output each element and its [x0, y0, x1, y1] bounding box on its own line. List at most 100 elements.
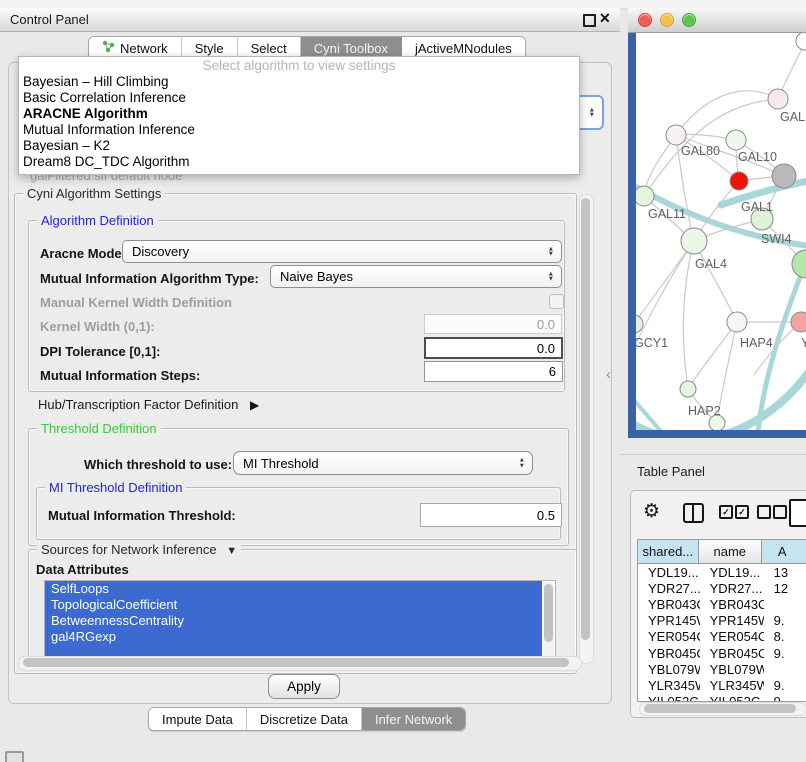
table-row[interactable]: YDL19...YDL19...13 — [638, 564, 806, 580]
algorithm-option-bayesian-hill-climbing[interactable]: Bayesian – Hill Climbing — [19, 74, 579, 90]
sources-title: Sources for Network Inference — [41, 542, 217, 557]
hub-definition-toggle[interactable]: Hub/Transcription Factor Definition ▶ — [38, 397, 259, 412]
network-node[interactable] — [772, 164, 796, 188]
algorithm-definition-title: Algorithm Definition — [37, 213, 158, 228]
node-table[interactable]: shared...nameA YDL19...YDL19...13YDR27..… — [637, 539, 806, 702]
node-label-gal11: GAL11 — [648, 207, 686, 221]
table-row[interactable]: YLR345WYLR345W9. — [638, 677, 806, 693]
checked-checkbox-icon[interactable]: ✓ — [719, 505, 733, 519]
document-icon[interactable] — [789, 499, 806, 527]
attributes-scroll-thumb[interactable] — [544, 584, 553, 642]
algorithm-dropdown-popup: Select algorithm to view settings Bayesi… — [18, 56, 580, 175]
table-row[interactable]: YIL052CYIL052C9 — [638, 694, 806, 703]
settings-horizontal-scrollbar[interactable] — [18, 656, 582, 671]
table-row[interactable]: YBL079WYBL079W — [638, 661, 806, 677]
table-row[interactable]: YER054CYER054C8. — [638, 629, 806, 645]
algorithm-option-mutual-information-inference[interactable]: Mutual Information Inference — [19, 122, 579, 138]
table-row[interactable]: YBR043CYBR043C — [638, 596, 806, 612]
table-cell: YBR045C — [700, 646, 764, 661]
panel-divider-grip[interactable]: ‹ — [606, 366, 611, 383]
tab-infer-network[interactable]: Infer Network — [362, 708, 465, 730]
settings-hscroll-thumb[interactable] — [23, 658, 569, 667]
attribute-gal4rgexp[interactable]: gal4RGexp — [45, 629, 542, 645]
column-header-name[interactable]: name — [699, 540, 762, 564]
network-window-titlebar[interactable] — [628, 8, 806, 33]
which-threshold-combo[interactable]: MI Threshold ▲▼ — [233, 451, 533, 475]
checked-checkbox-icon[interactable]: ✓ — [735, 505, 749, 519]
tab-infer-network-label: Infer Network — [375, 712, 452, 727]
network-node[interactable] — [730, 172, 748, 190]
network-canvas[interactable]: GALGAL80GAL10GAL1GAL11SWI4GAL4GCY1HAP4YH… — [636, 33, 806, 430]
network-node[interactable] — [636, 186, 654, 206]
table-cell: 13 — [764, 565, 806, 580]
manual-kernel-label: Manual Kernel Width Definition — [40, 295, 232, 310]
table-cell: 9. — [764, 678, 806, 693]
column-header-shared[interactable]: shared... — [638, 540, 699, 564]
table-cell: YBR043C — [700, 597, 764, 612]
table-row[interactable]: YBR045CYBR045C9. — [638, 645, 806, 661]
mi-steps-field[interactable]: 6 — [424, 361, 563, 382]
close-window-icon[interactable] — [638, 13, 652, 27]
algorithm-option-bayesian-k2[interactable]: Bayesian – K2 — [19, 138, 579, 154]
table-header-row: shared...nameA — [638, 540, 806, 564]
table-cell: YLR345W — [700, 678, 764, 693]
mi-steps-label: Mutual Information Steps: — [40, 368, 200, 383]
settings-scroll-thumb[interactable] — [581, 198, 590, 640]
apply-button[interactable]: Apply — [268, 674, 340, 699]
expanded-arrow-icon: ▼ — [226, 545, 237, 557]
table-cell: YIL052C — [700, 694, 764, 702]
network-icon — [102, 40, 115, 56]
minimized-panel-chip[interactable] — [5, 751, 24, 762]
unchecked-checkbox-icon[interactable] — [757, 505, 771, 519]
data-attributes-list[interactable]: SelfLoopsTopologicalCoefficientBetweenne… — [44, 580, 556, 658]
tab-discretize-data[interactable]: Discretize Data — [247, 708, 362, 730]
table-cell: YIL052C — [638, 694, 700, 702]
mi-threshold-field[interactable]: 0.5 — [420, 503, 562, 527]
table-row[interactable]: YDR27...YDR27...12 — [638, 580, 806, 596]
tab-impute-data[interactable]: Impute Data — [149, 708, 247, 730]
settings-vertical-scrollbar[interactable] — [579, 194, 594, 664]
column-header-a[interactable]: A — [762, 540, 806, 564]
close-panel-icon[interactable]: ✕ — [599, 10, 611, 27]
network-view-window[interactable]: GALGAL80GAL10GAL1GAL11SWI4GAL4GCY1HAP4YH… — [628, 8, 806, 438]
attribute-selfloops[interactable]: SelfLoops — [45, 581, 542, 597]
gear-icon[interactable]: ⚙ — [643, 500, 660, 522]
table-panel: ⚙ ✓ ✓ shared...nameA YDL19...YDL19...13Y… — [630, 490, 806, 718]
manual-kernel-checkbox[interactable] — [549, 294, 564, 309]
table-cell: 9. — [764, 646, 806, 661]
network-node[interactable] — [768, 89, 788, 109]
kernel-width-field[interactable]: 0.0 — [424, 314, 562, 334]
network-node[interactable] — [666, 125, 686, 145]
node-label-swi4: SWI4 — [761, 232, 792, 246]
network-node[interactable] — [726, 130, 746, 150]
algorithm-option-dream8-dc-tdc-algorithm[interactable]: Dream8 DC_TDC Algorithm — [19, 154, 579, 170]
algorithm-option-aracne-algorithm[interactable]: ARACNE Algorithm — [19, 106, 579, 122]
network-node[interactable] — [681, 228, 707, 254]
dpi-tolerance-field[interactable]: 0.0 — [424, 337, 563, 359]
attribute-betweennesscentrality[interactable]: BetweennessCentrality — [45, 613, 542, 629]
mi-algorithm-type-combo[interactable]: Naive Bayes ▲▼ — [270, 265, 562, 288]
table-cell: 9. — [764, 613, 806, 628]
combo-stepper-icon: ▲▼ — [548, 271, 554, 282]
sources-toggle[interactable]: Sources for Network Inference ▼ — [37, 542, 241, 557]
network-node[interactable] — [727, 312, 747, 332]
algorithm-option-basic-correlation-inference[interactable]: Basic Correlation Inference — [19, 90, 579, 106]
algorithm-placeholder: Select algorithm to view settings — [19, 57, 579, 74]
table-horizontal-scrollbar[interactable] — [639, 702, 806, 716]
table-cell: YDL19... — [700, 565, 764, 580]
zoom-window-icon[interactable] — [682, 13, 696, 27]
attribute-topologicalcoefficient[interactable]: TopologicalCoefficient — [45, 597, 542, 613]
table-hscroll-thumb[interactable] — [644, 704, 796, 713]
minimize-window-icon[interactable] — [660, 13, 674, 27]
network-node[interactable] — [796, 33, 806, 50]
attributes-scrollbar[interactable] — [543, 582, 554, 656]
network-node[interactable] — [792, 250, 806, 278]
cyni-task-tabs: Impute DataDiscretize Data Infer Network — [148, 707, 466, 731]
float-window-icon[interactable] — [583, 14, 596, 27]
network-node[interactable] — [680, 381, 696, 397]
table-row[interactable]: YPR145WYPR145W9. — [638, 613, 806, 629]
unchecked-checkbox-icon[interactable] — [773, 505, 787, 519]
network-node[interactable] — [791, 312, 806, 332]
split-view-icon[interactable] — [683, 503, 704, 523]
aracne-mode-combo[interactable]: Discovery ▲▼ — [122, 240, 562, 263]
